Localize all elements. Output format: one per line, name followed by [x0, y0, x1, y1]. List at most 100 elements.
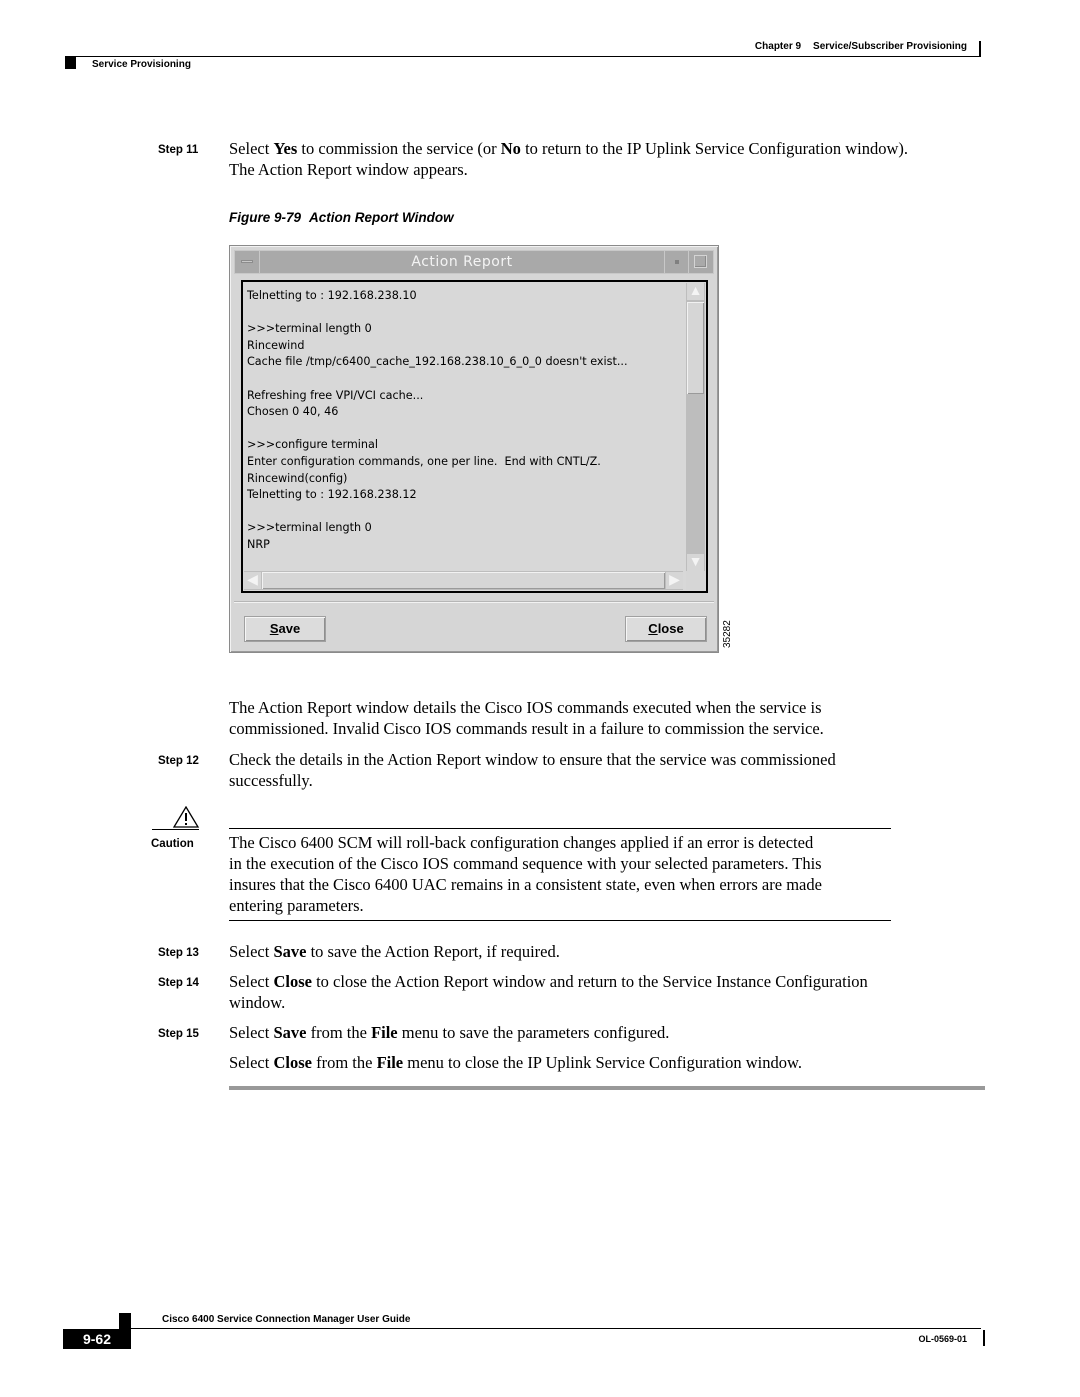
maximize-icon[interactable]	[688, 251, 713, 273]
step-15-text-2: Select Close from the File menu to close…	[229, 1052, 999, 1073]
step-12-label: Step 12	[158, 755, 199, 767]
text: successfully.	[229, 771, 313, 790]
title-bar[interactable]: Action Report	[234, 250, 714, 274]
report-line	[247, 371, 683, 388]
header-bar	[979, 41, 981, 56]
running-header-chapter: Chapter 9 Service/Subscriber Provisioning	[755, 41, 967, 52]
report-line: Chosen 0 40, 46	[247, 405, 339, 419]
report-line: Telnetting to : 192.168.238.12	[247, 488, 417, 502]
report-line	[247, 421, 683, 438]
horizontal-scrollbar[interactable]: ◀ ▶	[244, 571, 683, 590]
action-report-window: Action Report Telnetting to : 192.168.23…	[229, 245, 719, 653]
save-button[interactable]: Save	[244, 616, 326, 642]
report-line: NRP	[247, 537, 270, 551]
report-line: Cache file /tmp/c6400_cache_192.168.238.…	[247, 355, 628, 369]
caution-bottom-rule	[229, 920, 891, 921]
text: Check the details in the Action Report w…	[229, 750, 836, 769]
bold-file: File	[371, 1023, 398, 1042]
text: insures that the Cisco 6400 UAC remains …	[229, 875, 822, 894]
text: in the execution of the Cisco IOS comman…	[229, 854, 822, 873]
caution-label: Caution	[151, 838, 194, 850]
caution-top-rule	[229, 828, 891, 829]
window-menu-icon[interactable]	[235, 251, 260, 273]
running-header-section: Service Provisioning	[92, 59, 191, 70]
button-separator	[234, 601, 714, 602]
step-15-label: Step 15	[158, 1028, 199, 1040]
report-line: Rincewind	[247, 338, 305, 352]
close-mnemonic: C	[648, 621, 658, 636]
page-number: 9-62	[63, 1329, 131, 1349]
arrow-up-icon[interactable]: ▲	[687, 283, 704, 300]
text: Select	[229, 942, 274, 961]
report-line	[247, 504, 683, 521]
text: menu to save the parameters configured.	[397, 1023, 670, 1042]
text: menu to close the IP Uplink Service Conf…	[403, 1053, 802, 1072]
bold-close: Close	[273, 972, 312, 991]
vertical-scrollbar[interactable]: ▲ ▼	[686, 283, 705, 571]
footer-guide-title: Cisco 6400 Service Connection Manager Us…	[162, 1314, 411, 1325]
text: Select	[229, 972, 274, 991]
header-rule	[65, 56, 981, 57]
text: commissioned. Invalid Cisco IOS commands…	[229, 719, 824, 738]
figure-caption: Figure 9-79 Action Report Window	[229, 210, 454, 225]
text: Select	[229, 1053, 274, 1072]
footer-marker	[119, 1313, 131, 1329]
warning-triangle-icon	[172, 806, 200, 828]
text: to save the Action Report, if required.	[306, 942, 560, 961]
minimize-icon[interactable]	[664, 251, 689, 273]
document-number: OL-0569-01	[918, 1334, 967, 1344]
figure-number: Figure 9-79	[229, 210, 302, 225]
footer-bar	[983, 1330, 985, 1346]
step-14-text: Select Close to close the Action Report …	[229, 971, 999, 1013]
text: to commission the service (or	[297, 139, 501, 158]
step-13-text: Select Save to save the Action Report, i…	[229, 941, 999, 962]
report-line: Rincewind(config)	[247, 471, 348, 485]
arrow-left-icon[interactable]: ◀	[244, 572, 261, 589]
figure-id: 35282	[722, 620, 733, 648]
caution-icon-rule	[152, 829, 199, 830]
report-line: >>>terminal length 0	[247, 521, 372, 535]
figure-title: Action Report Window	[309, 210, 454, 225]
chapter-title: Service/Subscriber Provisioning	[813, 41, 967, 52]
text: to close the Action Report window and re…	[311, 972, 868, 991]
text: from the	[306, 1023, 372, 1042]
report-text-area[interactable]: Telnetting to : 192.168.238.10 >>>termin…	[241, 280, 708, 593]
text: The Action Report window appears.	[229, 160, 468, 179]
report-line: Telnetting to : 192.168.238.10	[247, 289, 417, 302]
report-line: >>>terminal length 0	[247, 322, 372, 336]
header-marker	[65, 57, 76, 69]
step-11-text: Select Yes to commission the service (or…	[229, 138, 999, 180]
close-button[interactable]: Close	[625, 616, 707, 642]
procedure-end-rule	[229, 1086, 985, 1090]
chapter-number: Chapter 9	[754, 41, 802, 52]
text: The Action Report window details the Cis…	[229, 698, 822, 717]
text: window.	[229, 993, 286, 1012]
text: entering parameters.	[229, 896, 364, 915]
step-13-label: Step 13	[158, 947, 199, 959]
report-text: Telnetting to : 192.168.238.10 >>>termin…	[247, 288, 683, 572]
scroll-corner	[686, 571, 705, 590]
step-14-label: Step 14	[158, 977, 199, 989]
caution-text: The Cisco 6400 SCM will roll-back config…	[229, 832, 899, 916]
report-line: Enter configuration commands, one per li…	[247, 454, 601, 468]
horizontal-scroll-thumb[interactable]	[262, 572, 665, 589]
bold-save: Save	[273, 942, 307, 961]
arrow-down-icon[interactable]: ▼	[687, 554, 704, 571]
arrow-right-icon[interactable]: ▶	[666, 572, 683, 589]
vertical-scroll-thumb[interactable]	[687, 302, 704, 394]
close-label: lose	[657, 621, 684, 636]
text: Select	[229, 1023, 274, 1042]
text: Select	[229, 139, 274, 158]
bold-save: Save	[273, 1023, 307, 1042]
text: The Cisco 6400 SCM will roll-back config…	[229, 833, 814, 852]
figure-description: The Action Report window details the Cis…	[229, 697, 999, 739]
bold-close: Close	[273, 1053, 312, 1072]
report-line: >>>configure terminal	[247, 438, 378, 452]
text: from the	[311, 1053, 377, 1072]
window-title: Action Report	[411, 254, 513, 270]
footer-rule	[131, 1328, 981, 1329]
step-15-text: Select Save from the File menu to save t…	[229, 1022, 999, 1043]
report-line: Refreshing free VPI/VCI cache...	[247, 388, 424, 402]
bold-yes: Yes	[273, 139, 298, 158]
save-label: ave	[278, 621, 301, 636]
